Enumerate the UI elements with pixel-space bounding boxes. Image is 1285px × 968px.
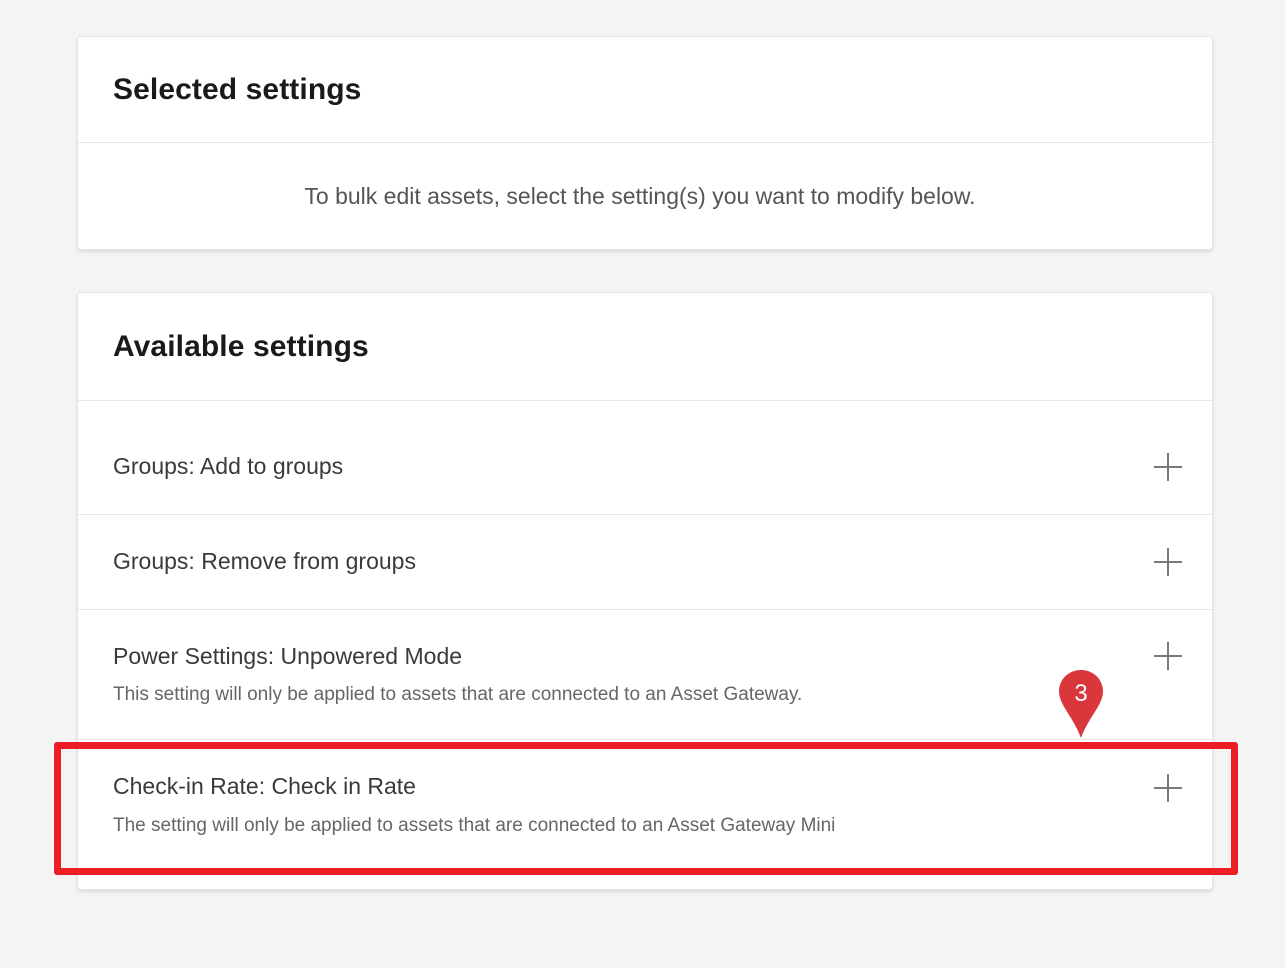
setting-description: This setting will only be applied to ass… (113, 684, 803, 705)
setting-row-power-settings[interactable]: Power Settings: Unpowered Mode This sett… (78, 610, 1212, 740)
selected-settings-title: Selected settings (113, 72, 362, 106)
plus-icon[interactable] (1154, 453, 1182, 481)
plus-icon[interactable] (1154, 548, 1182, 576)
plus-icon[interactable] (1154, 774, 1182, 802)
selected-settings-empty-message: To bulk edit assets, select the setting(… (304, 182, 976, 209)
setting-row-groups-remove[interactable]: Groups: Remove from groups (78, 515, 1212, 610)
selected-settings-card: Selected settings To bulk edit assets, s… (77, 36, 1213, 250)
setting-title: Groups: Add to groups (113, 453, 344, 479)
setting-title: Check-in Rate: Check in Rate (113, 773, 416, 799)
available-settings-list: Groups: Add to groups Groups: Remove fro… (78, 401, 1212, 886)
plus-icon[interactable] (1154, 642, 1182, 670)
available-settings-card: Available settings Groups: Add to groups… (77, 292, 1213, 890)
setting-description: The setting will only be applied to asse… (113, 815, 836, 836)
available-settings-title: Available settings (113, 329, 369, 363)
available-settings-header: Available settings (78, 293, 1212, 401)
setting-row-check-in-rate[interactable]: Check-in Rate: Check in Rate The setting… (78, 740, 1212, 886)
setting-title: Power Settings: Unpowered Mode (113, 643, 463, 669)
setting-title: Groups: Remove from groups (113, 548, 416, 574)
step-marker-label: 3 (1074, 680, 1088, 707)
selected-settings-header: Selected settings (78, 37, 1212, 143)
step-marker: 3 (1057, 668, 1105, 740)
setting-row-groups-add[interactable]: Groups: Add to groups (78, 401, 1212, 515)
